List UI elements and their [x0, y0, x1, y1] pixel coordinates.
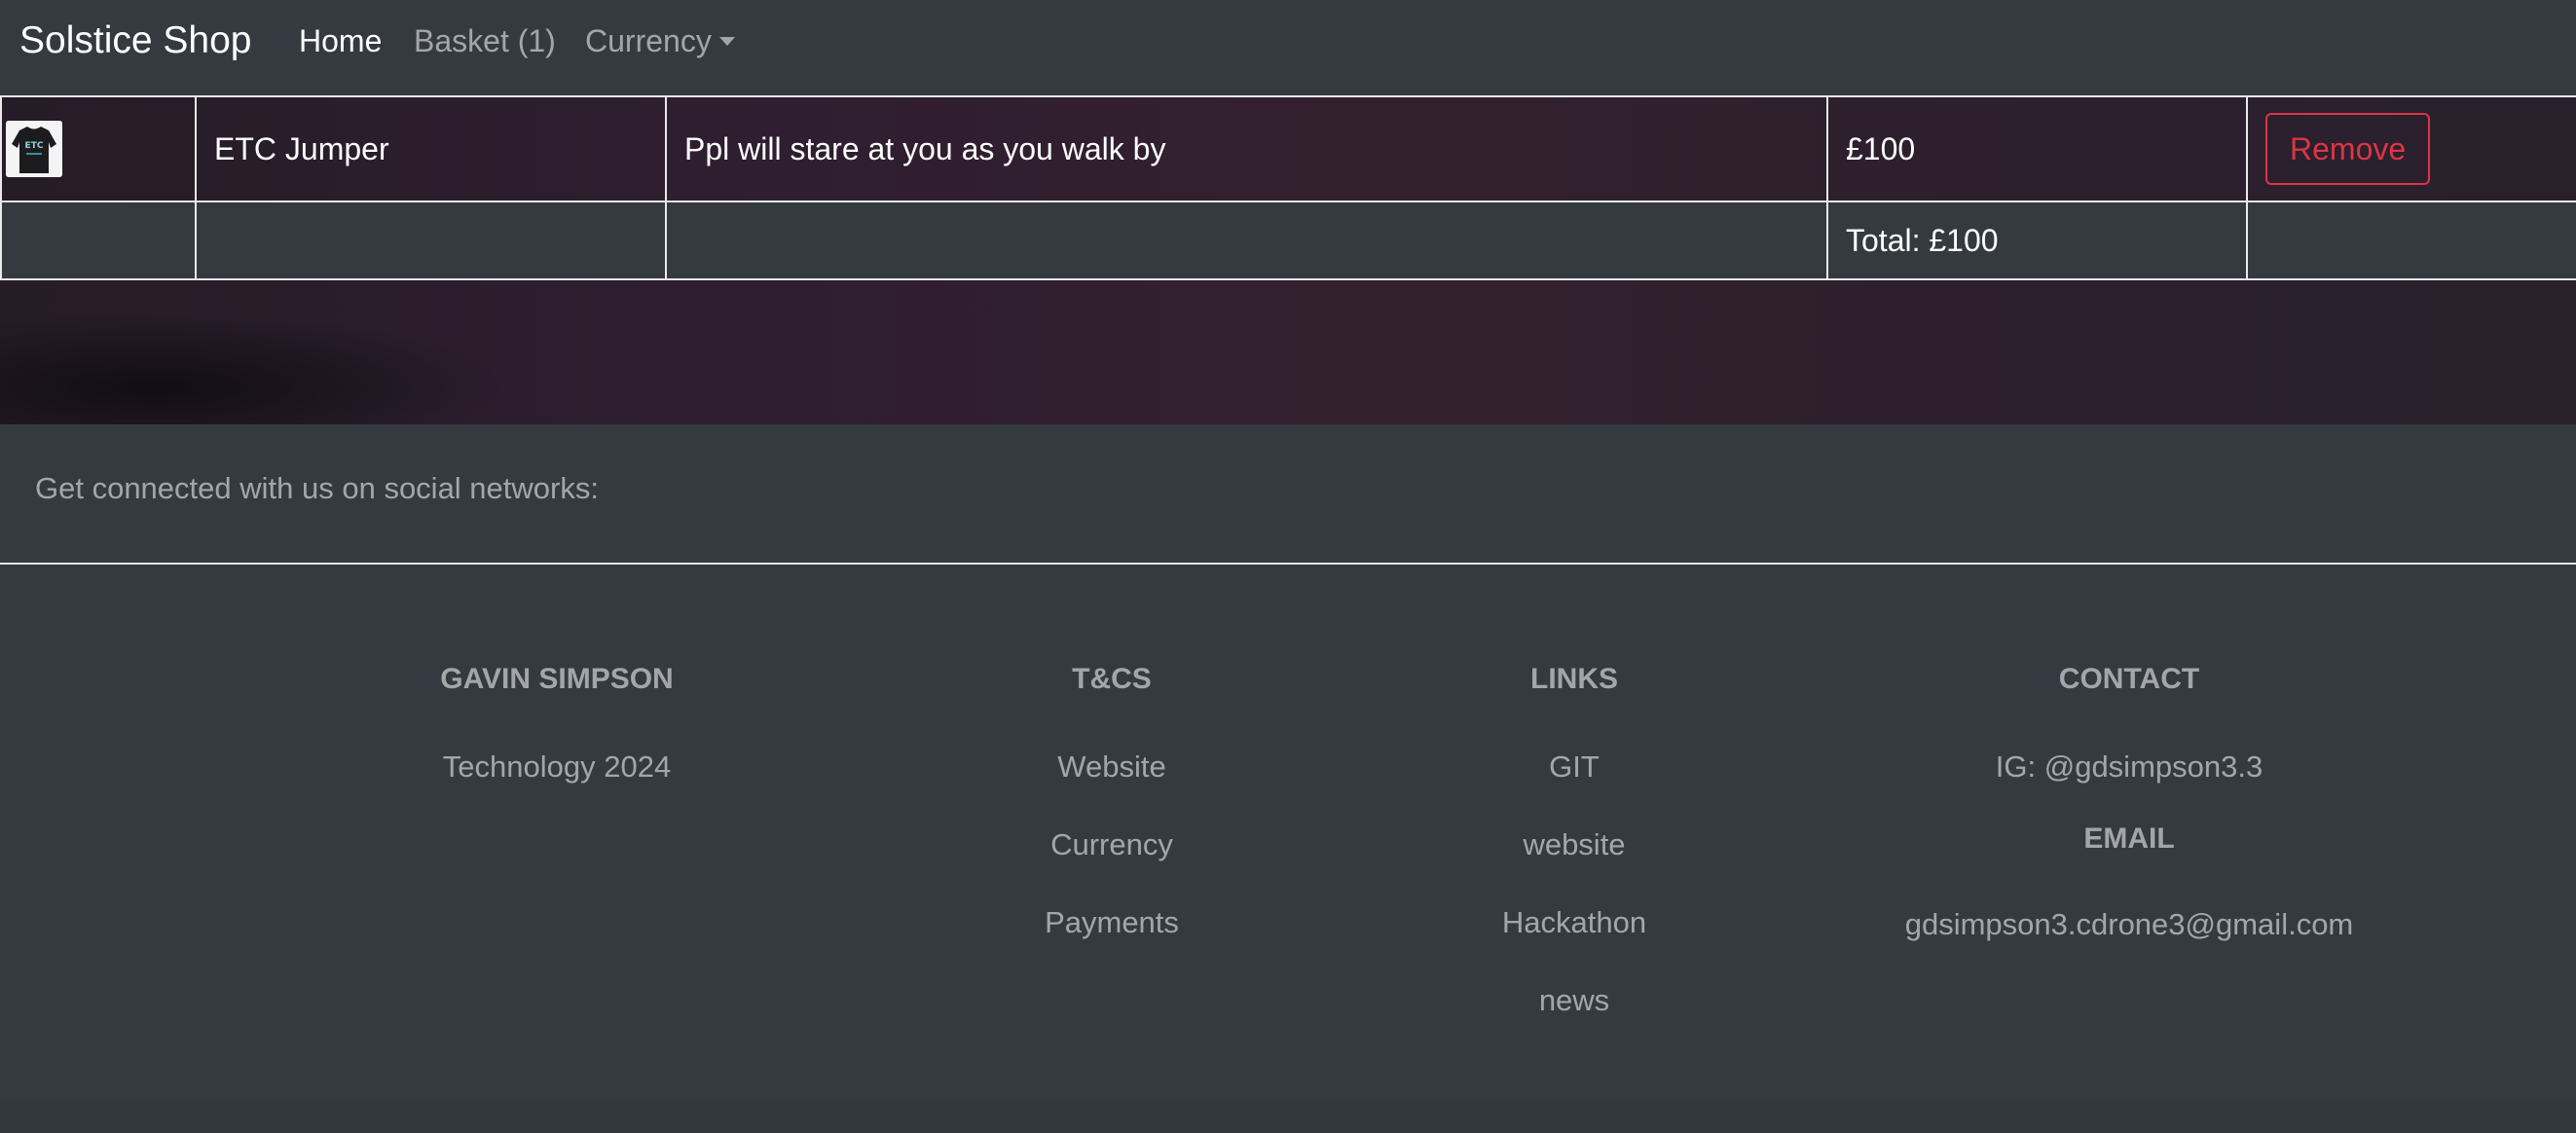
social-section: Get connected with us on social networks…	[0, 424, 2576, 565]
footer-about-text: Technology 2024	[442, 749, 672, 784]
product-action-cell: Remove	[2246, 95, 2576, 202]
total-row-empty-cell	[0, 201, 197, 280]
footer-contact-email[interactable]: gdsimpson3.cdrone3@gmail.com	[1837, 905, 2421, 944]
total-row-empty-cell	[2246, 201, 2576, 280]
footer-contact-column: CONTACT IG: @gdsimpson3.3 EMAIL gdsimpso…	[1837, 660, 2421, 944]
total-row-empty-cell	[665, 201, 1828, 280]
footer-contact-instagram[interactable]: IG: @gdsimpson3.3	[1837, 748, 2421, 786]
brand-logo-text[interactable]: Solstice Shop	[19, 18, 251, 64]
social-text: Get connected with us on social networks…	[35, 471, 599, 505]
footer-link-website-lower[interactable]: website	[1477, 825, 1672, 864]
chevron-down-icon	[718, 37, 735, 46]
total-row: Total: £100	[0, 201, 2576, 280]
footer-link-hackathon[interactable]: Hackathon	[1477, 903, 1672, 942]
remove-button[interactable]: Remove	[2265, 113, 2431, 185]
footer-link-website[interactable]: Website	[1014, 748, 1209, 786]
product-image-text: ETC	[25, 141, 44, 151]
nav-basket[interactable]: Basket (1)	[414, 19, 556, 62]
footer-contact-title: CONTACT	[2058, 663, 2200, 695]
jumper-icon: ETC	[6, 121, 62, 177]
footer-tcs-column: T&CS Website Currency Payments	[1014, 660, 1209, 942]
footer-about-column: GAVIN SIMPSON Technology 2024	[411, 660, 703, 786]
footer-email-title: EMAIL	[2083, 822, 2175, 855]
footer-bottom-strip	[0, 1100, 2576, 1133]
footer-link-news[interactable]: news	[1477, 981, 1672, 1020]
nav-currency-dropdown[interactable]: Currency	[585, 19, 735, 62]
footer-links-title: LINKS	[1530, 663, 1618, 695]
product-name: ETC Jumper	[195, 95, 667, 202]
product-price: £100	[1826, 95, 2248, 202]
total-row-empty-cell	[195, 201, 667, 280]
footer-about-title: GAVIN SIMPSON	[440, 663, 674, 695]
basket-table: ETC ETC Jumper Ppl will stare at you as …	[0, 95, 2576, 280]
product-image: ETC	[6, 121, 62, 177]
footer-tcs-title: T&CS	[1072, 663, 1152, 695]
nav-currency-label: Currency	[585, 23, 712, 58]
product-image-cell: ETC	[0, 95, 197, 202]
footer-link-currency[interactable]: Currency	[1014, 825, 1209, 864]
footer-links-column: LINKS GIT website Hackathon news	[1477, 660, 1672, 1020]
product-description: Ppl will stare at you as you walk by	[665, 95, 1828, 202]
table-row: ETC ETC Jumper Ppl will stare at you as …	[0, 95, 2576, 202]
basket-total: Total: £100	[1826, 201, 2248, 280]
navbar: Solstice Shop Home Basket (1) Currency	[0, 0, 2576, 95]
footer: GAVIN SIMPSON Technology 2024 T&CS Websi…	[0, 565, 2576, 1100]
footer-link-payments[interactable]: Payments	[1014, 903, 1209, 942]
nav-home[interactable]: Home	[299, 19, 382, 62]
footer-link-git[interactable]: GIT	[1477, 748, 1672, 786]
